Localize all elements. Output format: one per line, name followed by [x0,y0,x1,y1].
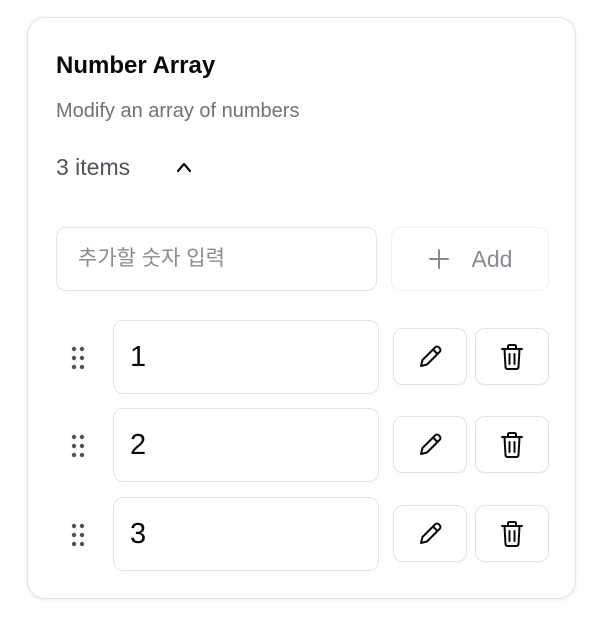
item-value: 2 [130,428,147,461]
pencil-icon [420,345,442,367]
card-description: Modify an array of numbers [56,100,300,122]
edit-button[interactable] [393,416,467,473]
item-value: 1 [130,340,147,373]
items-toggle[interactable]: 3 items [56,154,130,181]
plus-icon [428,249,449,269]
delete-button[interactable] [475,416,549,473]
chevron-up-icon[interactable] [175,160,193,174]
item-value: 3 [130,517,147,550]
new-number-input[interactable] [56,227,377,291]
item-value-field[interactable]: 2 [113,408,379,482]
delete-button[interactable] [475,328,549,385]
trash-icon [501,520,523,547]
item-value-field[interactable]: 1 [113,320,379,394]
edit-button[interactable] [393,328,467,385]
pencil-icon [420,522,442,544]
grip-vertical-icon[interactable] [70,434,86,458]
pencil-icon [420,433,442,455]
list-item: 2 [0,408,600,482]
grip-vertical-icon[interactable] [70,346,86,370]
add-button[interactable]: Add [391,227,549,291]
list-item: 1 [0,320,600,394]
grip-vertical-icon[interactable] [70,523,86,547]
item-count: 3 items [56,154,131,180]
add-button-label: Add [471,245,513,272]
list-item: 3 [0,497,600,571]
delete-button[interactable] [475,505,549,562]
card-title: Number Array [56,52,216,79]
edit-button[interactable] [393,505,467,562]
trash-icon [501,431,523,458]
trash-icon [501,343,523,370]
item-value-field[interactable]: 3 [113,497,379,571]
